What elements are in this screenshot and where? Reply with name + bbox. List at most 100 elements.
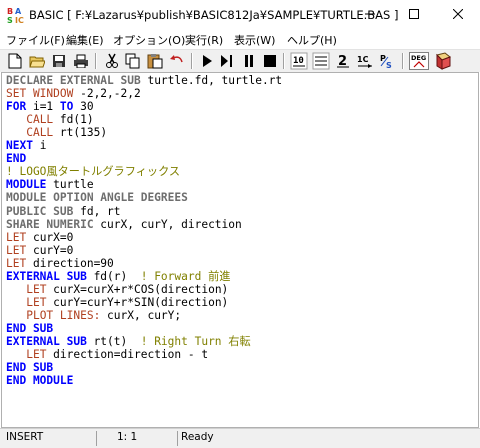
- book-icon[interactable]: [434, 52, 452, 70]
- code-token: rt(t): [86, 335, 141, 348]
- code-token: EXTERNAL SUB: [6, 269, 87, 283]
- code-token: END SUB: [6, 321, 54, 335]
- minimize-icon: [365, 9, 375, 22]
- status-message: Ready: [181, 431, 214, 443]
- code-token: i=1: [26, 100, 60, 114]
- code-line: MODULE OPTION ANGLE DEGREES: [6, 191, 188, 204]
- code-token: TO: [59, 100, 74, 114]
- code-line: CALL fd(1): [6, 113, 94, 127]
- minimize-button[interactable]: [348, 0, 392, 30]
- toolbar: 10 2 1C PS DEG: [0, 49, 480, 72]
- code-line: LET direction=90: [6, 257, 114, 270]
- code-token: SET WINDOW: [6, 87, 74, 101]
- toolbar-separator: [191, 53, 193, 69]
- number-icon[interactable]: 10: [290, 52, 308, 70]
- code-token: PUBLIC SUB: [6, 204, 74, 218]
- code-line: END: [6, 152, 26, 165]
- status-bar: INSERT 1: 1 Ready: [0, 428, 480, 448]
- code-line: LET curY=curY+r*SIN(direction): [6, 296, 228, 309]
- menu-file[interactable]: ファイル(F): [6, 32, 65, 48]
- code-token: END SUB: [6, 361, 54, 375]
- code-line: DECLARE EXTERNAL SUB turtle.fd, turtle.r…: [6, 74, 282, 87]
- code-token: ! Forward 前進: [140, 269, 231, 283]
- code-token: EXTERNAL SUB: [6, 335, 87, 348]
- code-token: LET: [26, 295, 47, 309]
- code-token: LET: [26, 282, 47, 296]
- code-line: ! LOGO風タートルグラフィックス: [6, 165, 180, 178]
- new-file-icon[interactable]: [6, 52, 24, 70]
- save-icon[interactable]: [50, 52, 68, 70]
- code-line: PUBLIC SUB fd, rt: [6, 205, 121, 218]
- print-icon[interactable]: [72, 52, 90, 70]
- status-position: 1: 1: [117, 431, 138, 443]
- code-token: MODULE OPTION ANGLE DEGREES: [6, 191, 188, 205]
- code-line: LET curX=curX+r*COS(direction): [6, 283, 228, 296]
- code-token: fd(1): [53, 113, 94, 127]
- code-token: ! LOGO風タートルグラフィックス: [6, 165, 181, 179]
- code-line: PLOT LINES: curX, curY;: [6, 309, 181, 322]
- window-title: BASIC [ F:¥Lazarus¥publish¥BASIC812Ja¥SA…: [29, 8, 399, 22]
- paste-icon[interactable]: [146, 52, 164, 70]
- toolbar-separator: [95, 53, 97, 69]
- svg-text:A: A: [15, 7, 22, 16]
- code-line: EXTERNAL SUB fd(r) ! Forward 前進: [6, 270, 230, 283]
- open-folder-icon[interactable]: [28, 52, 46, 70]
- cut-icon[interactable]: [103, 52, 121, 70]
- code-token: fd(r): [86, 269, 141, 283]
- close-icon: [452, 8, 464, 22]
- pause-icon[interactable]: [240, 52, 258, 70]
- code-token: curX=0: [26, 230, 74, 244]
- code-token: MODULE: [6, 178, 47, 192]
- code-token: DECLARE EXTERNAL SUB: [6, 74, 141, 87]
- copy-icon[interactable]: [124, 52, 142, 70]
- code-editor[interactable]: DECLARE EXTERNAL SUB turtle.fd, turtle.r…: [1, 72, 479, 428]
- step-icon[interactable]: [218, 52, 236, 70]
- code-token: turtle.fd, turtle.rt: [140, 74, 283, 87]
- code-line: END SUB: [6, 361, 53, 374]
- unnumber-icon[interactable]: 2: [334, 52, 352, 70]
- deg-icon[interactable]: DEG: [409, 52, 429, 70]
- break-icon[interactable]: [261, 52, 279, 70]
- code-line: MODULE turtle: [6, 178, 94, 191]
- toolbar-separator: [283, 53, 285, 69]
- output-icon[interactable]: [312, 52, 330, 70]
- code-token: i: [32, 139, 47, 153]
- code-token: fd, rt: [73, 204, 121, 218]
- svg-text:10: 10: [293, 56, 304, 66]
- code-token: END MODULE: [6, 374, 74, 388]
- maximize-icon: [409, 8, 419, 22]
- menu-view[interactable]: 表示(W): [234, 32, 275, 48]
- char-icon[interactable]: 1C: [356, 52, 374, 70]
- svg-text:IC: IC: [15, 16, 24, 24]
- code-line: END MODULE: [6, 374, 73, 387]
- code-line: END SUB: [6, 322, 53, 335]
- code-token: LET: [26, 348, 47, 362]
- title-bar[interactable]: B A S IC BASIC [ F:¥Lazarus¥publish¥BASI…: [0, 0, 480, 31]
- code-token: CALL: [26, 113, 54, 127]
- close-button[interactable]: [436, 0, 480, 30]
- menu-option[interactable]: オプション(O): [113, 32, 185, 48]
- run-icon[interactable]: [198, 52, 216, 70]
- maximize-button[interactable]: [392, 0, 436, 30]
- status-divider: [177, 431, 178, 446]
- code-token: LET: [6, 256, 27, 270]
- undo-icon[interactable]: [168, 52, 186, 70]
- menu-help[interactable]: ヘルプ(H): [287, 32, 337, 48]
- svg-text:S: S: [386, 61, 392, 70]
- help-icon[interactable]: PS: [378, 52, 396, 70]
- svg-text:1C: 1C: [357, 55, 369, 64]
- code-token: FOR: [6, 100, 27, 114]
- code-token: NEXT: [6, 139, 33, 153]
- menu-run[interactable]: 実行(R): [185, 32, 223, 48]
- app-icon[interactable]: B A S IC: [6, 6, 24, 25]
- menu-edit[interactable]: 編集(E): [66, 32, 104, 48]
- code-token: curX, curY;: [100, 308, 182, 322]
- code-line: LET curY=0: [6, 244, 73, 257]
- status-mode: INSERT: [6, 431, 44, 443]
